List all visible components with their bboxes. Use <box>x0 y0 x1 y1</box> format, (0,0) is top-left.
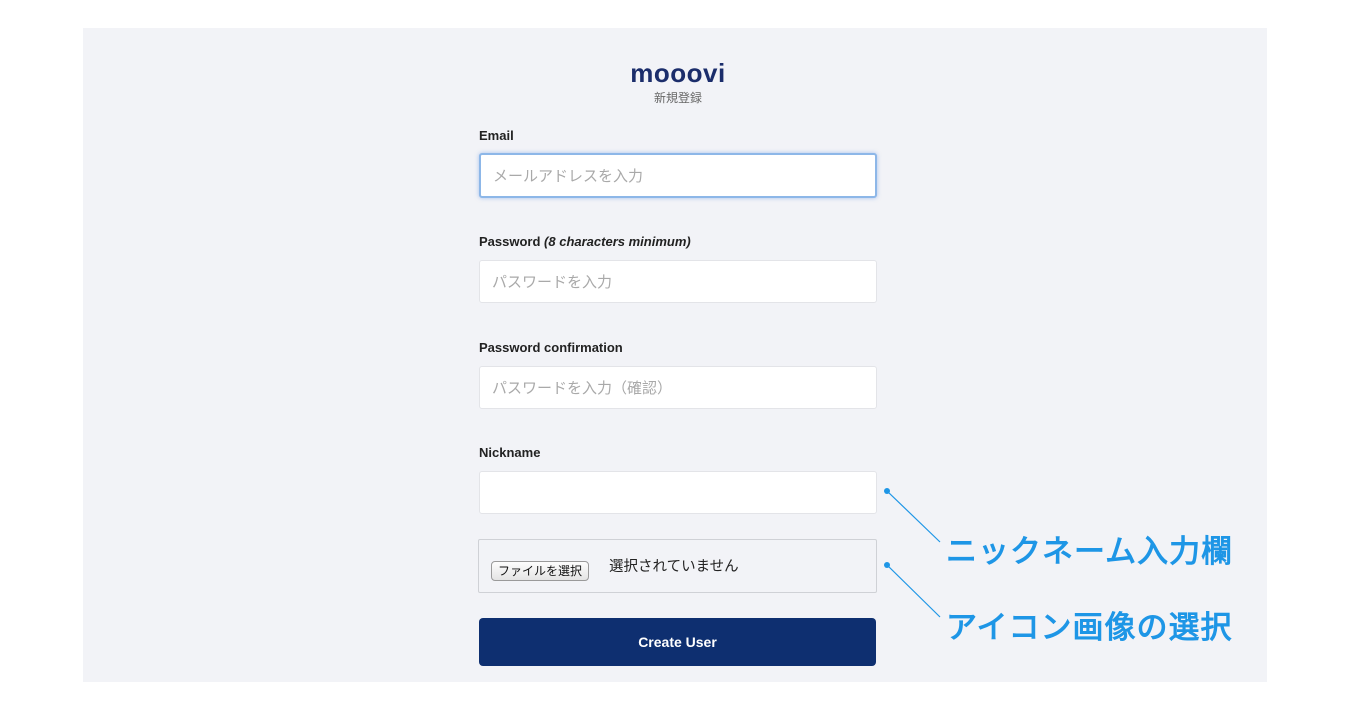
password-hint: (8 characters minimum) <box>544 234 691 249</box>
avatar-file-field: ファイルを選択 選択されていません <box>478 539 877 593</box>
password-label-text: Password <box>479 234 541 249</box>
password-confirmation-label: Password confirmation <box>479 340 623 355</box>
password-confirmation-input[interactable] <box>479 366 877 409</box>
email-label: Email <box>479 128 514 143</box>
email-input[interactable] <box>479 153 877 198</box>
brand-logo: mooovi <box>630 58 726 88</box>
avatar-annotation: アイコン画像の選択 <box>946 610 1233 646</box>
nickname-input[interactable] <box>479 471 877 514</box>
page-subtitle: 新規登録 <box>653 91 702 105</box>
create-user-button[interactable]: Create User <box>479 618 876 666</box>
file-status-text: 選択されていません <box>609 559 739 575</box>
nickname-annotation: ニックネーム入力欄 <box>946 534 1234 570</box>
nickname-label: Nickname <box>479 445 541 460</box>
choose-file-button[interactable]: ファイルを選択 <box>491 561 590 581</box>
password-label: Password (8 characters minimum) <box>479 234 691 249</box>
password-input[interactable] <box>479 260 877 303</box>
